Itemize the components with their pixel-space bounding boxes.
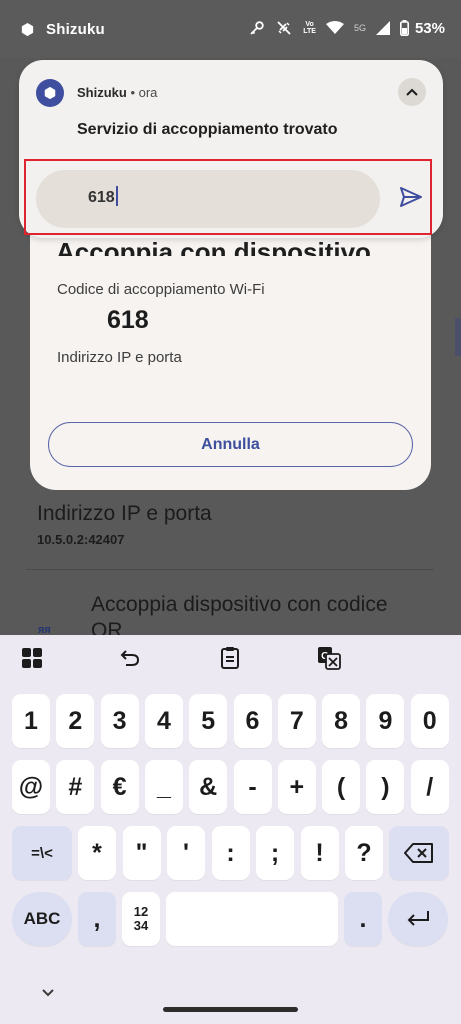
key-num-1[interactable]: 2: [56, 694, 95, 748]
key-comma[interactable]: ,: [78, 892, 116, 946]
key-sym-0[interactable]: @: [12, 760, 50, 814]
vibrate-off-icon: [277, 21, 291, 35]
volte-icon: Vo LTE: [303, 21, 316, 35]
signal-icon: [375, 21, 390, 35]
key-num-5[interactable]: 6: [233, 694, 272, 748]
key-numpad[interactable]: 12 34: [122, 892, 160, 946]
key-sym-9[interactable]: /: [410, 760, 449, 814]
key-punct-3[interactable]: :: [211, 826, 250, 880]
collapse-button[interactable]: [398, 78, 426, 106]
notification-header: Shizuku • ora: [77, 85, 158, 100]
key-sym-7[interactable]: (: [322, 760, 361, 814]
keyboard-toolbar: G: [0, 635, 461, 683]
key-period[interactable]: .: [344, 892, 382, 946]
notification-title: Servizio di accoppiamento trovato: [77, 121, 338, 138]
status-bar: Shizuku Vo LTE 5G 53%: [0, 0, 461, 58]
key-enter[interactable]: [388, 892, 448, 946]
key-space[interactable]: [166, 892, 338, 946]
key-sym-2[interactable]: €: [100, 760, 139, 814]
key-punct-5[interactable]: !: [300, 826, 339, 880]
key-sym-6[interactable]: +: [277, 760, 316, 814]
key-sym-3[interactable]: _: [144, 760, 183, 814]
backspace-icon: [404, 843, 433, 863]
key-punct-6[interactable]: ?: [345, 826, 383, 880]
highlight-box: [24, 159, 432, 235]
key-backspace[interactable]: [389, 826, 449, 880]
key-sym-1[interactable]: #: [56, 760, 95, 814]
ip-port-title[interactable]: Indirizzo IP e porta: [37, 502, 212, 526]
status-app-name: Shizuku: [46, 21, 105, 38]
key-sym-5[interactable]: -: [233, 760, 272, 814]
key-punct-2[interactable]: ': [167, 826, 205, 880]
keyboard: G 1234567890 @ # € _ & - +() / =\< * " ':;!? ABC …: [0, 635, 461, 1024]
ip-port-value: 10.5.0.2:42407: [37, 532, 125, 547]
key-num-2[interactable]: 3: [100, 694, 139, 748]
enter-icon: [407, 911, 429, 926]
key-sym-4[interactable]: &: [189, 760, 228, 814]
navigation-handle[interactable]: [163, 1007, 298, 1012]
key-num-4[interactable]: 5: [189, 694, 228, 748]
pairing-code-value: 618: [107, 306, 149, 334]
background-edge-element: [455, 318, 461, 356]
key-punct-4[interactable]: ;: [256, 826, 294, 880]
apps-grid-icon[interactable]: [19, 645, 45, 671]
translate-icon[interactable]: G: [316, 645, 342, 671]
key-num-7[interactable]: 8: [322, 694, 361, 748]
status-icons: Vo LTE 5G 53%: [249, 19, 445, 37]
key-num-9[interactable]: 0: [410, 694, 449, 748]
undo-icon[interactable]: [117, 645, 143, 671]
key-sym-8[interactable]: ): [366, 760, 405, 814]
battery-percent: 53%: [414, 19, 445, 37]
shizuku-status-icon: [21, 22, 34, 37]
key-abc[interactable]: ABC: [12, 892, 72, 946]
key-num-3[interactable]: 4: [144, 694, 183, 748]
clipboard-icon[interactable]: [217, 645, 243, 671]
key-more-symbols[interactable]: =\<: [12, 826, 72, 880]
ip-port-label: Indirizzo IP e porta: [57, 349, 182, 366]
chevron-down-icon[interactable]: [40, 985, 56, 1001]
pairing-code-label: Codice di accoppiamento Wi-Fi: [57, 281, 265, 298]
pairing-dialog: Accoppia con dispositivo Codice di accop…: [30, 210, 431, 490]
cancel-button[interactable]: Annulla: [48, 422, 413, 467]
key-punct-0[interactable]: *: [78, 826, 116, 880]
key-num-0[interactable]: 1: [12, 694, 50, 748]
key-num-8[interactable]: 9: [366, 694, 405, 748]
key-punct-1[interactable]: ": [122, 826, 161, 880]
divider: [26, 569, 434, 570]
network-type: 5G: [353, 23, 366, 33]
battery-icon: [399, 20, 409, 36]
shizuku-app-icon: [36, 79, 64, 107]
key-icon: [250, 21, 264, 35]
wifi-icon: [325, 21, 344, 34]
chevron-up-icon: [406, 88, 418, 96]
key-num-6[interactable]: 7: [277, 694, 316, 748]
